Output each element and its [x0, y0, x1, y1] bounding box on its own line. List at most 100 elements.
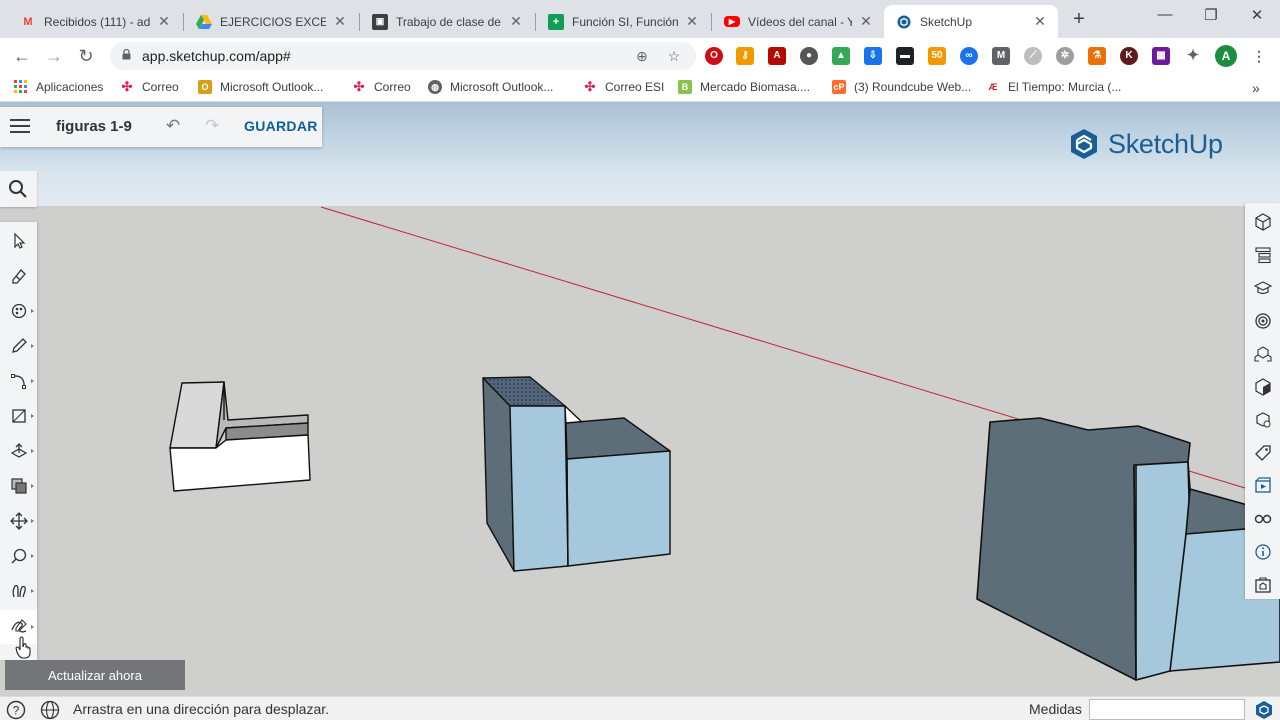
warehouse-panel-button[interactable]	[1245, 568, 1280, 601]
forward-icon[interactable]: →	[42, 45, 66, 67]
paint-tool[interactable]	[0, 294, 37, 328]
bookmark-label: Correo	[374, 80, 411, 94]
record-extension-icon[interactable]: ●	[800, 47, 818, 65]
extensions-puzzle-icon[interactable]: ✦	[1184, 47, 1202, 65]
close-icon[interactable]: ✕	[684, 13, 700, 30]
close-icon[interactable]: ✕	[858, 13, 874, 30]
tab-gmail[interactable]: M Recibidos (111) - adr ✕	[8, 5, 182, 38]
infinity-extension-icon[interactable]: ∞	[960, 47, 978, 65]
search-button[interactable]	[0, 171, 37, 207]
model-viewport[interactable]	[0, 102, 1280, 696]
sketchup-status-icon	[1256, 701, 1272, 719]
status-bar: ? Arrastra en una dirección para desplaz…	[0, 696, 1280, 720]
undo-icon[interactable]: ↶	[166, 116, 180, 136]
opera-extension-icon[interactable]: O	[705, 47, 723, 65]
download-extension-icon[interactable]: ⇩	[864, 47, 882, 65]
close-icon[interactable]: ✕	[156, 13, 172, 30]
push-pull-tool[interactable]	[0, 434, 37, 468]
hamburger-menu-icon[interactable]	[10, 119, 30, 135]
push-pull-icon	[10, 443, 27, 458]
project-name[interactable]: figuras 1-9	[56, 118, 132, 135]
bookmark-outlook-2[interactable]: ◍ Microsoft Outlook...	[428, 80, 553, 94]
update-now-button[interactable]: Actualizar ahora	[5, 660, 185, 690]
gear-extension-icon[interactable]: ✲	[1056, 47, 1074, 65]
more-menu-icon[interactable]: ⋮	[1250, 47, 1268, 65]
biomasa-icon: B	[678, 80, 692, 94]
minimize-icon[interactable]: —	[1142, 6, 1188, 23]
globe-icon[interactable]	[40, 700, 60, 720]
sketchup-app: figuras 1-9 ↶ ↷ GUARDAR SketchUp Actuali…	[0, 102, 1280, 720]
shape-left[interactable]	[169, 381, 311, 492]
display-icon	[1254, 514, 1271, 523]
components-panel-button[interactable]	[1245, 304, 1280, 337]
image-extension-icon[interactable]: ▲	[832, 47, 850, 65]
outliner-panel-button[interactable]	[1245, 238, 1280, 271]
save-button[interactable]: GUARDAR	[244, 118, 318, 134]
bookmarks-overflow-button[interactable]: »	[1252, 80, 1260, 96]
profile-avatar[interactable]: A	[1215, 45, 1237, 67]
instructor-icon	[1253, 280, 1272, 294]
styles-panel-button[interactable]	[1245, 370, 1280, 403]
tab-classroom[interactable]: ▣ Trabajo de clase de 3 ✕	[360, 5, 534, 38]
feather-extension-icon[interactable]: ⟋	[1024, 47, 1042, 65]
search-icon	[9, 180, 27, 198]
offset-tool[interactable]	[0, 469, 37, 503]
arc-tool[interactable]	[0, 364, 37, 398]
address-bar[interactable]: app.sketchup.com/app# ⊕ ☆	[110, 42, 696, 70]
shape-right[interactable]	[976, 417, 1280, 681]
back-icon[interactable]: ←	[10, 45, 34, 67]
bookmark-biomasa[interactable]: B Mercado Biomasa....	[678, 80, 810, 94]
reload-icon[interactable]: ↻	[74, 45, 98, 67]
tab-youtube[interactable]: ▶ Vídeos del canal - Yo ✕	[712, 5, 884, 38]
close-window-icon[interactable]: ✕	[1234, 6, 1280, 24]
tags-panel-button[interactable]	[1245, 436, 1280, 469]
new-tab-button[interactable]: +	[1068, 8, 1090, 30]
bookmark-correo[interactable]: ✣ Correo	[120, 79, 179, 95]
bookmark-correo-esi[interactable]: ✣ Correo ESI	[583, 80, 665, 95]
rectangle-tool[interactable]	[0, 399, 37, 433]
theater-extension-icon[interactable]: ▬	[896, 47, 914, 65]
50-extension-icon[interactable]: 50	[928, 47, 946, 65]
shape-middle[interactable]	[482, 376, 671, 572]
bookmark-eltiempo[interactable]: Æ El Tiempo: Murcia (...	[986, 80, 1122, 94]
scenes-tray-button[interactable]	[1245, 469, 1280, 502]
pdf-extension-icon[interactable]: A	[768, 47, 786, 65]
key-extension-icon[interactable]: ⚷	[736, 47, 754, 65]
materials-panel-button[interactable]	[1245, 337, 1280, 370]
tab-drive[interactable]: EJERCICIOS EXCEL AP ✕	[184, 5, 358, 38]
instructor-panel-button[interactable]	[1245, 271, 1280, 304]
bookmark-outlook[interactable]: O Microsoft Outlook...	[198, 80, 323, 94]
bookmark-correo-2[interactable]: ✣ Correo	[352, 80, 411, 95]
eraser-tool[interactable]	[0, 259, 37, 293]
help-icon[interactable]: ?	[6, 700, 26, 720]
move-tool[interactable]	[0, 504, 37, 538]
close-icon[interactable]: ✕	[332, 13, 348, 30]
tape-measure-tool[interactable]	[0, 539, 37, 573]
status-message: Arrastra en una dirección para desplazar…	[73, 701, 330, 717]
tab-sketchup[interactable]: SketchUp ✕	[884, 5, 1058, 38]
bookmark-roundcube[interactable]: cP (3) Roundcube Web...	[832, 80, 971, 94]
restore-icon[interactable]: ❐	[1188, 6, 1234, 24]
tab-sheets[interactable]: + Función SI, Función S ✕	[536, 5, 710, 38]
project-bar: figuras 1-9 ↶ ↷ GUARDAR	[0, 107, 322, 147]
close-icon[interactable]: ✕	[1032, 13, 1048, 30]
redo-icon[interactable]: ↷	[205, 116, 219, 136]
slack-icon: ✣	[121, 79, 133, 94]
orbit-tool[interactable]	[0, 574, 37, 608]
m-extension-icon[interactable]: M	[992, 47, 1010, 65]
bookmark-apps[interactable]: Aplicaciones	[14, 80, 103, 94]
globe-icon: ◍	[428, 80, 442, 94]
close-icon[interactable]: ✕	[508, 13, 524, 30]
bookmark-star-icon[interactable]: ☆	[666, 48, 682, 64]
info-panel-button[interactable]	[1245, 535, 1280, 568]
calendar-extension-icon[interactable]: ▦	[1152, 47, 1170, 65]
add-icon[interactable]: ⊕	[634, 48, 650, 64]
measurements-field[interactable]	[1089, 699, 1245, 720]
entity-info-panel-button[interactable]	[1245, 205, 1280, 238]
display-panel-button[interactable]	[1245, 502, 1280, 535]
pencil-tool[interactable]	[0, 329, 37, 363]
k-extension-icon[interactable]: K	[1120, 47, 1138, 65]
select-tool[interactable]	[0, 224, 37, 258]
flask-extension-icon[interactable]: ⚗	[1088, 47, 1106, 65]
scenes-panel-button[interactable]	[1245, 403, 1280, 436]
